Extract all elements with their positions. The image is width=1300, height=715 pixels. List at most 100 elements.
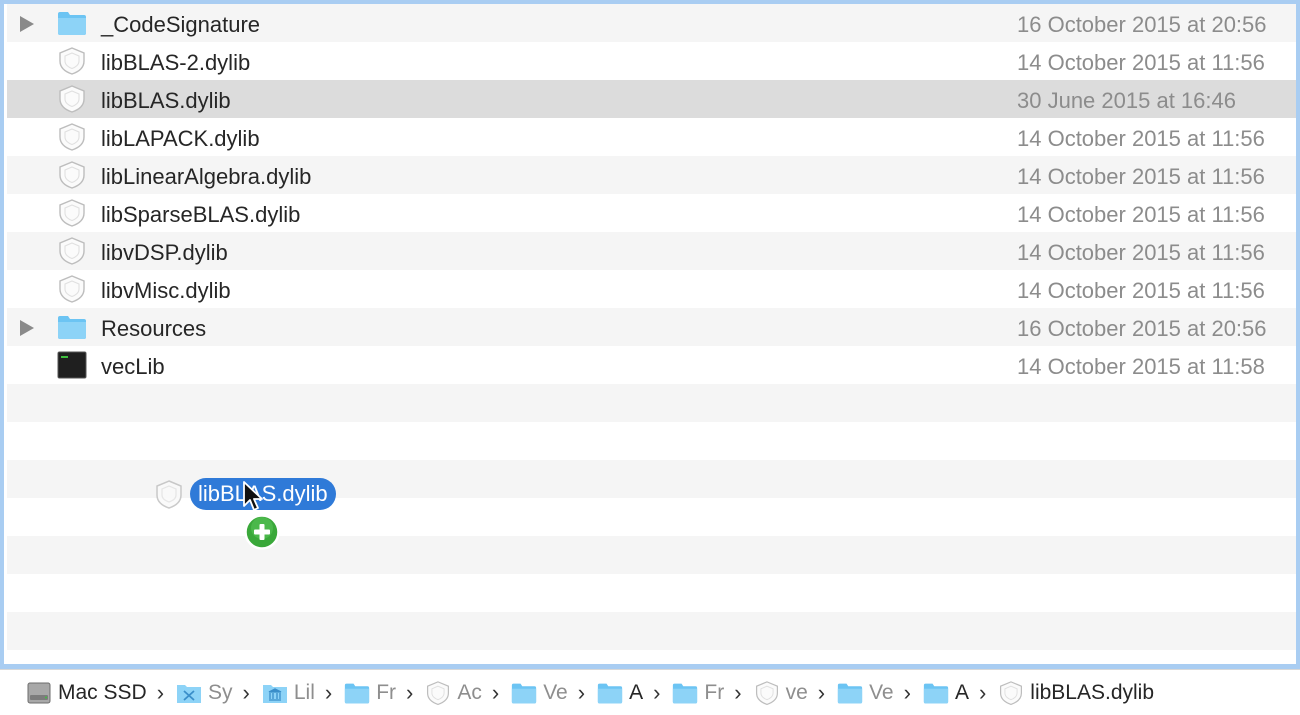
- file-row[interactable]: vecLib 14 October 2015 at 11:58: [7, 346, 1296, 384]
- date-modified: 16 October 2015 at 20:56: [1017, 316, 1267, 341]
- file-name: Resources: [101, 316, 207, 341]
- path-separator-icon: ›: [817, 680, 826, 705]
- library-icon: [156, 480, 182, 509]
- path-item[interactable]: Ve: [837, 670, 894, 715]
- folder-icon: [923, 681, 949, 705]
- file-name: libLAPACK.dylib: [101, 126, 260, 151]
- empty-row: [7, 650, 1296, 664]
- library-folder-icon: [262, 681, 288, 705]
- date-modified: 30 June 2015 at 16:46: [1017, 88, 1236, 113]
- folder-icon: [597, 681, 623, 705]
- disclosure-triangle-icon[interactable]: [20, 320, 34, 336]
- path-item-label: ve: [785, 681, 808, 704]
- library-icon: [57, 85, 87, 113]
- path-item-label: A: [629, 681, 644, 704]
- date-modified: 14 October 2015 at 11:56: [1017, 278, 1265, 303]
- date-modified: 14 October 2015 at 11:58: [1017, 354, 1265, 379]
- path-item-label: Ve: [869, 681, 894, 704]
- path-separator-icon: ›: [324, 680, 333, 705]
- path-item[interactable]: A: [597, 670, 643, 715]
- path-item-label: Ve: [543, 681, 568, 704]
- file-name: libLinearAlgebra.dylib: [101, 164, 312, 189]
- path-bar: Mac SSD › Sy › Lil › Fr › Ac › Ve › A › Fr › ve › Ve › A › lib…: [0, 669, 1300, 715]
- empty-row: [7, 384, 1296, 422]
- library-icon: [57, 123, 87, 151]
- file-row[interactable]: libLinearAlgebra.dylib 14 October 2015 at…: [7, 156, 1296, 194]
- path-item[interactable]: Ve: [511, 670, 568, 715]
- path-separator-icon: ›: [156, 680, 165, 705]
- path-separator-icon: ›: [978, 680, 987, 705]
- path-item[interactable]: libBLAS.dylib: [998, 670, 1154, 715]
- path-item[interactable]: Ac: [425, 670, 482, 715]
- date-modified: 14 October 2015 at 11:56: [1017, 240, 1265, 265]
- finder-window: _CodeSignature 16 October 2015 at 20:56 li…: [0, 0, 1300, 669]
- path-separator-icon: ›: [242, 680, 250, 705]
- path-separator-icon: ›: [903, 680, 911, 705]
- empty-row: [7, 612, 1296, 650]
- file-row[interactable]: libvDSP.dylib 14 October 2015 at 11:56: [7, 232, 1296, 270]
- terminal-exec-icon: [57, 351, 87, 379]
- file-row[interactable]: Resources 16 October 2015 at 20:56: [7, 308, 1296, 346]
- file-list[interactable]: _CodeSignature 16 October 2015 at 20:56 li…: [7, 4, 1296, 664]
- path-item-label: Fr: [704, 681, 725, 704]
- file-name: _CodeSignature: [101, 12, 261, 37]
- path-item[interactable]: Mac SSD: [26, 670, 147, 715]
- folder-icon: [344, 681, 370, 705]
- library-icon: [998, 681, 1024, 706]
- library-icon: [425, 681, 451, 706]
- date-modified: 14 October 2015 at 11:56: [1017, 202, 1265, 227]
- path-separator-icon: ›: [653, 680, 661, 705]
- file-name: libvMisc.dylib: [101, 278, 231, 303]
- folder-icon: [511, 681, 537, 705]
- date-modified: 14 October 2015 at 11:56: [1017, 164, 1265, 189]
- path-item[interactable]: A: [923, 670, 969, 715]
- arrow-cursor-icon: [243, 481, 263, 511]
- path-separator-icon: ›: [406, 680, 414, 705]
- library-icon: [57, 275, 87, 303]
- library-icon: [57, 47, 87, 75]
- path-item[interactable]: ve: [754, 670, 808, 715]
- file-name: vecLib: [101, 354, 165, 379]
- file-row[interactable]: libBLAS.dylib 30 June 2015 at 16:46: [7, 80, 1296, 118]
- path-item[interactable]: Fr: [344, 670, 396, 715]
- empty-row: [7, 536, 1296, 574]
- system-folder-icon: [176, 681, 202, 705]
- folder-icon: [57, 313, 87, 341]
- path-item[interactable]: Fr: [672, 670, 724, 715]
- hard-drive-icon: [26, 681, 52, 705]
- library-icon: [57, 237, 87, 265]
- path-item-label: Mac SSD: [58, 681, 147, 704]
- file-row[interactable]: libSparseBLAS.dylib 14 October 2015 at 11…: [7, 194, 1296, 232]
- folder-icon: [57, 9, 87, 37]
- path-item-label: Sy: [208, 681, 233, 704]
- file-row[interactable]: libBLAS-2.dylib 14 October 2015 at 11:56: [7, 42, 1296, 80]
- folder-icon: [837, 681, 863, 705]
- empty-row: [7, 422, 1296, 460]
- file-row[interactable]: libLAPACK.dylib 14 October 2015 at 11:56: [7, 118, 1296, 156]
- date-modified: 14 October 2015 at 11:56: [1017, 50, 1265, 75]
- path-separator-icon: ›: [734, 680, 742, 705]
- folder-icon: [672, 681, 698, 705]
- empty-row: [7, 574, 1296, 612]
- path-item-label: Lil: [293, 681, 315, 704]
- copy-plus-badge-icon: [244, 514, 280, 550]
- file-name: libBLAS.dylib: [101, 88, 231, 113]
- library-icon: [754, 681, 780, 706]
- path-separator-icon: ›: [577, 680, 586, 705]
- library-icon: [57, 199, 87, 227]
- breadcrumb: Mac SSD › Sy › Lil › Fr › Ac › Ve › A › Fr › ve › Ve › A › lib…: [26, 670, 1154, 715]
- path-item-label: Ac: [457, 681, 482, 704]
- path-item-label: libBLAS.dylib: [1030, 681, 1155, 704]
- library-icon: [57, 161, 87, 189]
- date-modified: 14 October 2015 at 11:56: [1017, 126, 1265, 151]
- path-item[interactable]: Sy: [176, 670, 233, 715]
- path-item[interactable]: Lil: [262, 670, 315, 715]
- file-row[interactable]: libvMisc.dylib 14 October 2015 at 11:56: [7, 270, 1296, 308]
- path-separator-icon: ›: [491, 680, 500, 705]
- date-modified: 16 October 2015 at 20:56: [1017, 12, 1267, 37]
- file-row[interactable]: _CodeSignature 16 October 2015 at 20:56: [7, 4, 1296, 42]
- file-name: libvDSP.dylib: [101, 240, 228, 265]
- file-name: libSparseBLAS.dylib: [101, 202, 301, 227]
- disclosure-triangle-icon[interactable]: [20, 16, 34, 32]
- path-item-label: A: [954, 681, 969, 704]
